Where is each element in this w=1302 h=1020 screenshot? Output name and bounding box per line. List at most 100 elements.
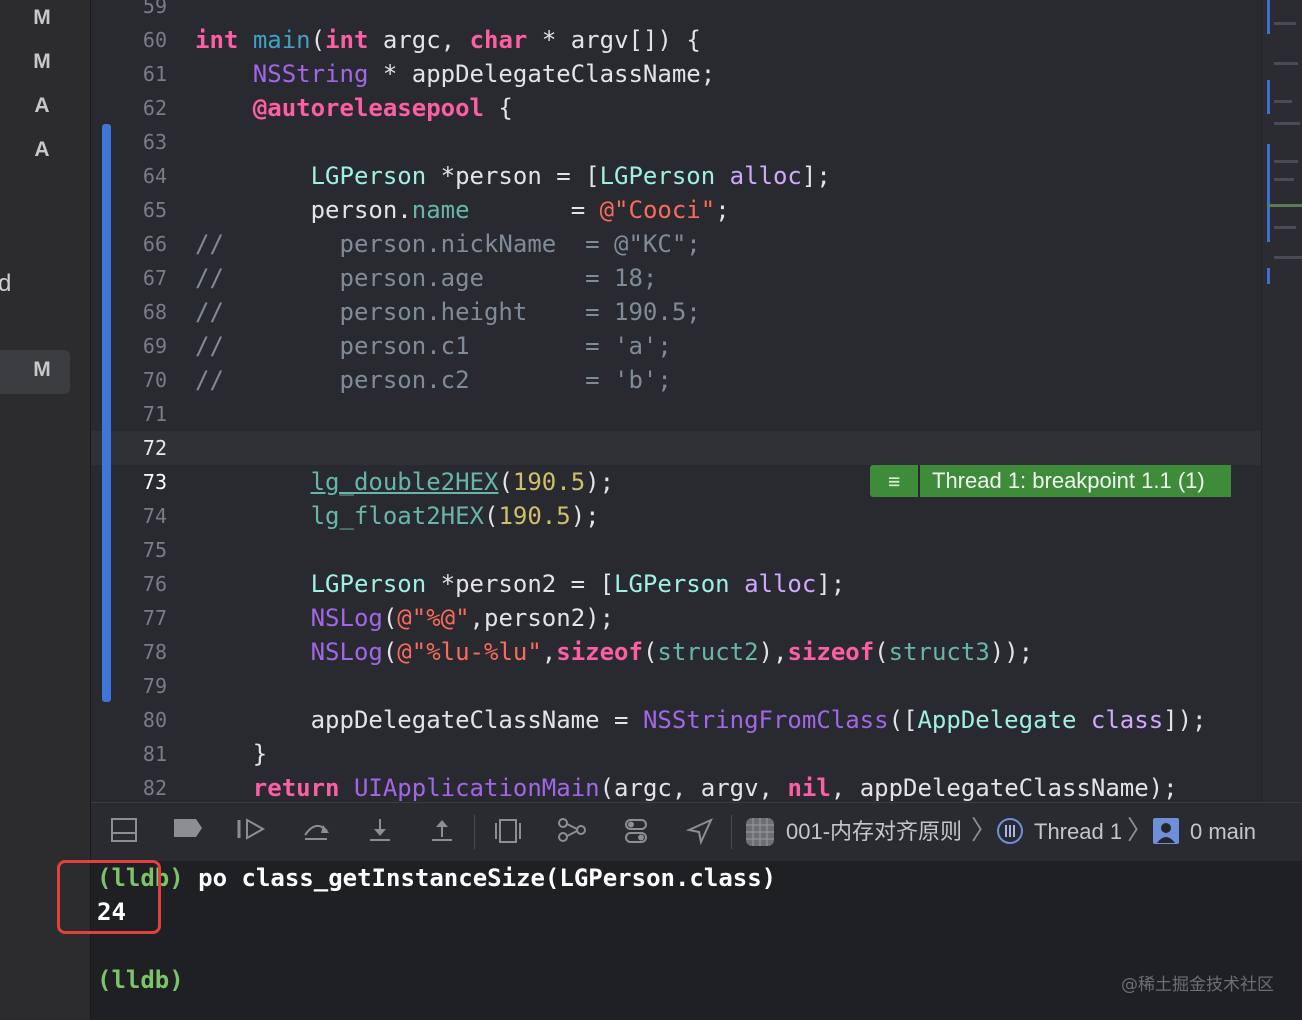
highlight-annotation-box — [57, 860, 161, 934]
code-line[interactable]: 61 NSString * appDelegateClassName; — [91, 57, 1261, 91]
code-text[interactable]: LGPerson *person = [LGPerson alloc]; — [195, 159, 831, 193]
step-into-icon[interactable] — [365, 817, 395, 847]
step-out-icon[interactable] — [427, 817, 457, 847]
breadcrumb-project[interactable]: 001-内存对齐原则 — [786, 817, 962, 847]
code-line[interactable]: 71 — [91, 397, 1261, 431]
hide-debug-area-icon[interactable] — [109, 817, 139, 847]
nav-status-a[interactable]: A — [30, 138, 54, 162]
minimap-change-mark — [1267, 144, 1270, 242]
minimap-change-mark — [1267, 80, 1270, 114]
code-line[interactable]: 72 — [91, 431, 1261, 465]
line-number[interactable]: 60 — [91, 23, 167, 57]
environment-overrides-icon[interactable] — [621, 817, 651, 847]
breadcrumb-separator: 〉 — [1127, 815, 1154, 845]
debug-toolbar: 001-内存对齐原则 〉 Thread 1 〉 0 main — [91, 802, 1302, 862]
code-text[interactable]: LGPerson *person2 = [LGPerson alloc]; — [195, 567, 846, 601]
line-number[interactable]: 82 — [91, 771, 167, 802]
minimap-line — [1274, 226, 1296, 229]
user-frame-icon — [1151, 817, 1181, 847]
code-line[interactable]: 70// person.c2 = 'b'; — [91, 363, 1261, 397]
code-text[interactable]: NSLog(@"%@",person2); — [195, 601, 614, 635]
line-number[interactable]: 59 — [91, 0, 167, 23]
watermark: @稀土掘金技术社区 — [1121, 975, 1274, 995]
memory-graph-icon[interactable] — [557, 817, 587, 847]
breakpoint-label: Thread 1: breakpoint 1.1 (1) — [920, 465, 1231, 497]
code-line[interactable]: 81 } — [91, 737, 1261, 771]
breadcrumb-thread[interactable]: Thread 1 — [1034, 817, 1122, 847]
code-line[interactable]: 59 — [91, 0, 1261, 23]
minimap-current-line — [1267, 204, 1302, 207]
list-icon[interactable]: ≡ — [870, 465, 918, 497]
thread-icon — [995, 817, 1025, 847]
code-line[interactable]: 63 — [91, 125, 1261, 159]
line-number[interactable]: 73 — [91, 465, 167, 499]
code-line[interactable]: 74 lg_float2HEX(190.5); — [91, 499, 1261, 533]
code-text[interactable]: NSLog(@"%lu-%lu",sizeof(struct2),sizeof(… — [195, 635, 1034, 669]
code-line[interactable]: 78 NSLog(@"%lu-%lu",sizeof(struct2),size… — [91, 635, 1261, 669]
minimap-line — [1274, 62, 1298, 65]
minimap-line — [1274, 22, 1296, 25]
breadcrumb-separator: 〉 — [971, 815, 998, 845]
code-text[interactable]: } — [195, 737, 267, 771]
code-text[interactable]: // person.nickName = @"KC"; — [195, 227, 701, 261]
step-over-icon[interactable] — [301, 817, 331, 847]
code-line[interactable]: 68// person.height = 190.5; — [91, 295, 1261, 329]
code-editor[interactable]: 59 60 int main(int argc, char * argv[]) {6… — [91, 0, 1261, 802]
line-number[interactable]: 62 — [91, 91, 167, 125]
code-text[interactable]: appDelegateClassName = NSStringFromClass… — [195, 703, 1207, 737]
code-text[interactable]: int main(int argc, char * argv[]) { — [195, 23, 701, 57]
console-command-line: (lldb) po class_getInstanceSize(LGPerson… — [97, 861, 776, 895]
code-line[interactable]: 82 return UIApplicationMain(argc, argv, … — [91, 771, 1261, 802]
code-line[interactable]: 62 @autoreleasepool { — [91, 91, 1261, 125]
code-text[interactable]: // person.c1 = 'a'; — [195, 329, 672, 363]
code-text[interactable]: // person.age = 18; — [195, 261, 657, 295]
lldb-prompt[interactable]: (lldb) — [97, 963, 184, 997]
view-hierarchy-icon[interactable] — [493, 817, 523, 847]
minimap-line — [1274, 100, 1292, 103]
code-line[interactable]: 69// person.c1 = 'a'; — [91, 329, 1261, 363]
nav-status-m-selected[interactable]: M — [30, 358, 54, 382]
console-command: po class_getInstanceSize(LGPerson.class) — [183, 864, 777, 892]
code-line[interactable]: 64 LGPerson *person = [LGPerson alloc]; — [91, 159, 1261, 193]
nav-status-m[interactable]: M — [30, 50, 54, 74]
toolbar-divider — [731, 815, 732, 849]
code-line[interactable]: 66// person.nickName = @"KC"; — [91, 227, 1261, 261]
continue-icon[interactable] — [235, 817, 266, 847]
breadcrumb-frame[interactable]: 0 main — [1190, 817, 1256, 847]
minimap-line — [1274, 178, 1294, 181]
code-text[interactable]: NSString * appDelegateClassName; — [195, 57, 715, 91]
code-line[interactable]: 75 — [91, 533, 1261, 567]
lldb-console[interactable]: (lldb) po class_getInstanceSize(LGPerson… — [91, 861, 1302, 1020]
code-line[interactable]: 67// person.age = 18; — [91, 261, 1261, 295]
code-text[interactable]: @autoreleasepool { — [195, 91, 513, 125]
code-text[interactable]: return UIApplicationMain(argc, argv, nil… — [195, 771, 1178, 802]
minimap-change-mark — [1267, 268, 1270, 284]
breakpoints-toggle-icon[interactable] — [171, 817, 205, 847]
change-indicator-bar — [102, 124, 111, 702]
code-line[interactable]: 79 — [91, 669, 1261, 703]
code-text[interactable]: lg_double2HEX(190.5); — [195, 465, 614, 499]
code-line[interactable]: 76 LGPerson *person2 = [LGPerson alloc]; — [91, 567, 1261, 601]
toolbar-divider — [474, 815, 475, 849]
code-line[interactable]: 80 appDelegateClassName = NSStringFromCl… — [91, 703, 1261, 737]
code-text[interactable]: person.name = @"Cooci"; — [195, 193, 730, 227]
line-number[interactable]: 61 — [91, 57, 167, 91]
line-number[interactable]: 81 — [91, 737, 167, 771]
minimap[interactable] — [1261, 0, 1302, 802]
minimap-line — [1274, 256, 1302, 259]
nav-status-m[interactable]: M — [30, 6, 54, 30]
code-text[interactable]: // person.c2 = 'b'; — [195, 363, 672, 397]
app-icon — [745, 817, 775, 847]
nav-status-a[interactable]: A — [30, 94, 54, 118]
minimap-line — [1274, 160, 1298, 163]
code-text[interactable]: // person.height = 190.5; — [195, 295, 701, 329]
line-number[interactable]: 80 — [91, 703, 167, 737]
minimap-line — [1274, 122, 1300, 125]
code-line[interactable]: 60 int main(int argc, char * argv[]) { — [91, 23, 1261, 57]
minimap-change-mark — [1267, 0, 1270, 34]
code-text[interactable]: lg_float2HEX(190.5); — [195, 499, 600, 533]
code-line[interactable]: 77 NSLog(@"%@",person2); — [91, 601, 1261, 635]
breakpoint-annotation[interactable]: ≡ Thread 1: breakpoint 1.1 (1) — [870, 465, 1231, 497]
simulate-location-icon[interactable] — [685, 817, 715, 847]
code-line[interactable]: 65 person.name = @"Cooci"; — [91, 193, 1261, 227]
